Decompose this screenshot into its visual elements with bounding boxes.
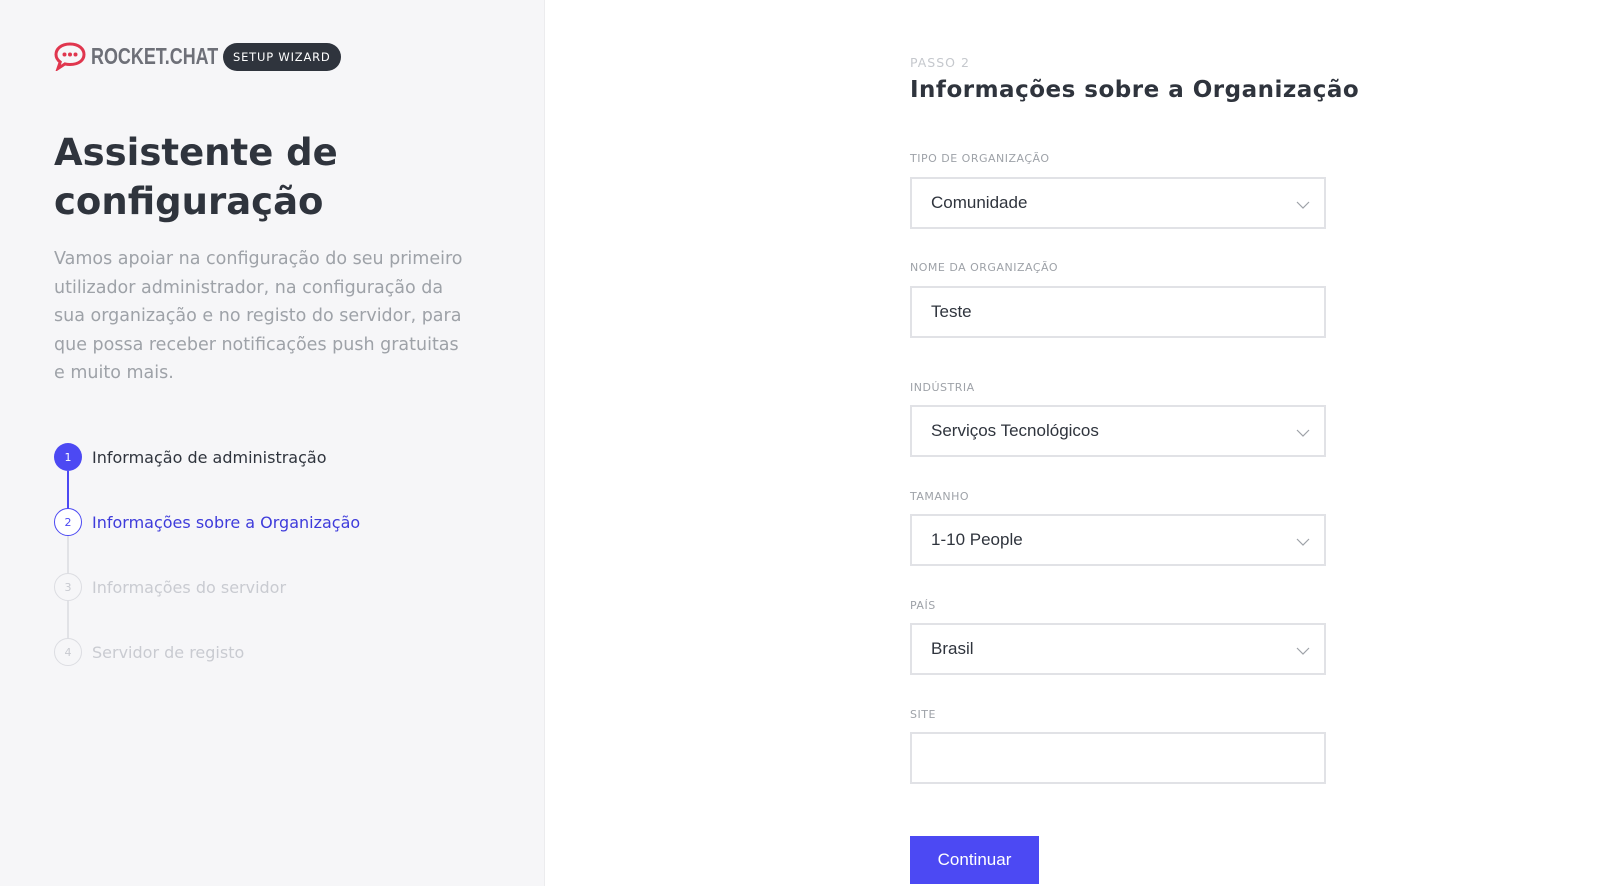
step-number: 4 [54, 638, 82, 666]
org-type-label: TIPO DE ORGANIZAÇÃO [910, 152, 1050, 165]
step-label: Informações do servidor [92, 577, 287, 597]
org-name-value: Teste [931, 302, 972, 321]
site-label: SITE [910, 708, 936, 721]
step-connector [67, 601, 69, 639]
step-label: Servidor de registo [92, 642, 245, 662]
wizard-title: Assistente de configuração [54, 131, 338, 223]
step-label: Informação de administração [92, 447, 327, 467]
org-type-value: Comunidade [931, 193, 1028, 212]
industry-select[interactable]: Serviços Tecnológicos [910, 405, 1326, 457]
chevron-down-icon [1296, 647, 1310, 655]
step-item-organization-info: 2 Informações sobre a Organização [54, 508, 360, 536]
step-item-server-info: 3 Informações do servidor [54, 573, 286, 601]
chevron-down-icon [1296, 538, 1310, 546]
country-value: Brasil [931, 639, 974, 658]
step-kicker: PASSO 2 [910, 55, 970, 70]
rocket-chat-logo-icon [54, 42, 86, 71]
size-label: TAMANHO [910, 490, 970, 503]
chevron-down-icon [1296, 201, 1310, 209]
step-item-register-server: 4 Servidor de registo [54, 638, 244, 666]
step-number: 1 [54, 443, 82, 471]
chevron-down-icon [1296, 429, 1310, 437]
setup-wizard-badge: SETUP WIZARD [223, 43, 341, 71]
step-item-admin-info: 1 Informação de administração [54, 443, 327, 471]
size-value: 1-10 People [931, 530, 1023, 549]
step-number: 2 [54, 508, 82, 536]
org-type-select[interactable]: Comunidade [910, 177, 1326, 229]
country-select[interactable]: Brasil [910, 623, 1326, 675]
sidebar-panel: ROCKET.CHAT SETUP WIZARD Assistente de c… [0, 0, 545, 886]
continue-button[interactable]: Continuar [910, 836, 1039, 884]
industry-value: Serviços Tecnológicos [931, 421, 1099, 440]
form-title: Informações sobre a Organização [910, 77, 1360, 103]
wizard-description: Vamos apoiar na configuração do seu prim… [54, 249, 463, 383]
industry-label: INDÚSTRIA [910, 381, 975, 394]
brand-name: ROCKET.CHAT [91, 42, 219, 69]
size-select[interactable]: 1-10 People [910, 514, 1326, 566]
step-connector [67, 471, 69, 509]
site-input[interactable] [931, 734, 1324, 782]
org-name-label: NOME DA ORGANIZAÇÃO [910, 261, 1058, 274]
site-field[interactable] [910, 732, 1326, 784]
step-connector [67, 536, 69, 574]
step-label: Informações sobre a Organização [92, 512, 361, 532]
step-number: 3 [54, 573, 82, 601]
org-name-field[interactable]: Teste [910, 286, 1326, 338]
country-label: PAÍS [910, 599, 936, 612]
